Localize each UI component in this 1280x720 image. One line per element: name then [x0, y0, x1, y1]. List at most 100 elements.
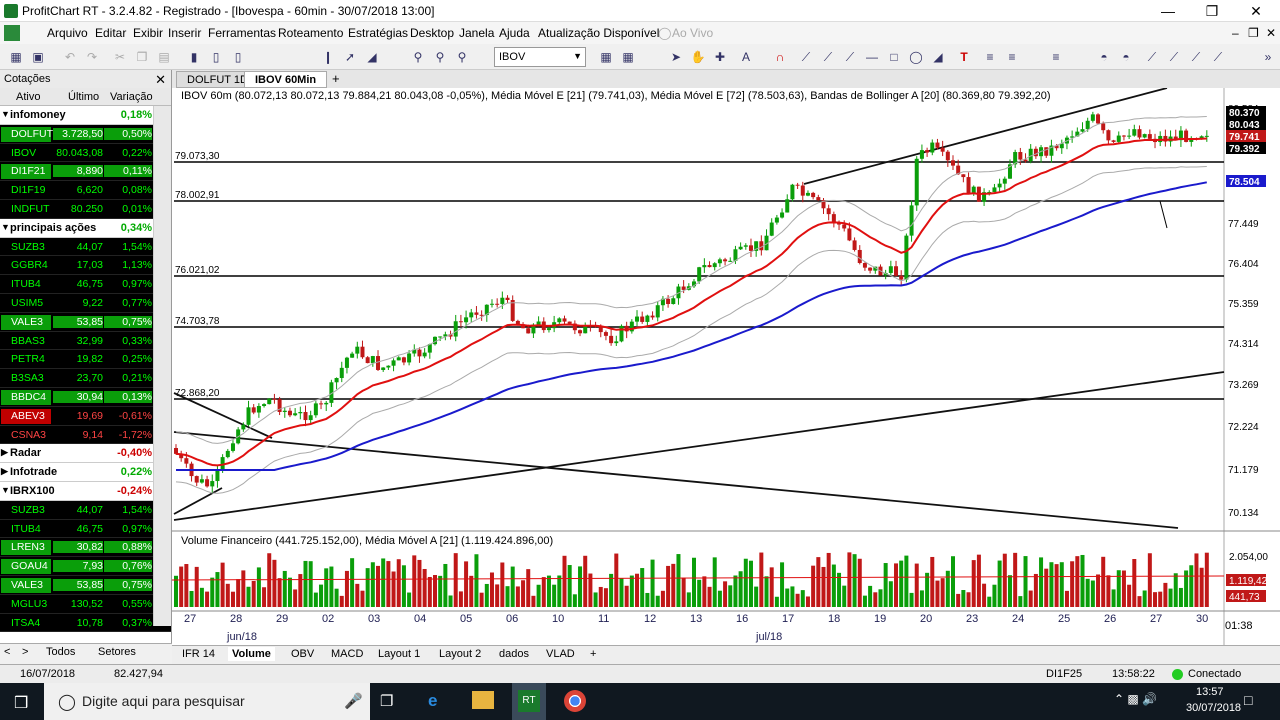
ohlc-icon[interactable]: ▯	[230, 49, 246, 65]
draw-tool-icon[interactable]: ⟋	[1210, 49, 1226, 65]
tab-volume[interactable]: Volume	[228, 647, 275, 661]
hand-icon[interactable]: ✋	[690, 49, 706, 65]
undo-icon[interactable]: ↶	[62, 49, 78, 65]
tab-ifr[interactable]: IFR 14	[178, 647, 219, 661]
microphone-icon[interactable]: 🎤	[344, 692, 363, 710]
tab-obv[interactable]: OBV	[287, 647, 318, 661]
quote-row[interactable]: ITSA4 10,78 0,37%	[0, 613, 171, 633]
notification-icon[interactable]: □	[1244, 692, 1252, 708]
quote-row[interactable]: CSNA3 9,14 -1,72%	[0, 425, 171, 445]
cursor-icon[interactable]: ➤	[668, 49, 684, 65]
zoom-in-icon[interactable]: ⚲	[432, 49, 448, 65]
close-button[interactable]: ✕	[1236, 2, 1276, 20]
menu-ferramentas[interactable]: Ferramentas	[208, 26, 276, 40]
add-tab-icon[interactable]: +	[332, 71, 340, 86]
area-chart-icon[interactable]: ◢	[364, 49, 380, 65]
quote-row[interactable]: ITUB4 46,75 0,97%	[0, 275, 171, 294]
text-tool-icon[interactable]: A	[738, 49, 754, 65]
app-menu-icon[interactable]	[4, 25, 20, 41]
mdi-close[interactable]: ✕	[1266, 26, 1276, 40]
menu-atualizacao[interactable]: Atualização Disponível	[538, 26, 659, 40]
tab-macd[interactable]: MACD	[327, 647, 367, 661]
hline-icon[interactable]: —	[864, 49, 880, 65]
tray-icons[interactable]: ⌃ ▩ 🔊	[1114, 692, 1157, 706]
zoom-out-icon[interactable]: ⚲	[454, 49, 470, 65]
quote-row[interactable]: ITUB4 46,75 0,97%	[0, 519, 171, 539]
search-box[interactable]: Digite aqui para pesquisar	[44, 683, 370, 720]
quote-row[interactable]: GOAU4 7,93 0,76%	[0, 557, 171, 576]
quote-group[interactable]: ▼ principais ações 0,34%	[0, 218, 171, 238]
quote-row[interactable]: PETR4 19,82 0,25%	[0, 350, 171, 370]
quotes-scrollbar[interactable]	[153, 106, 171, 626]
magnet-icon[interactable]: ∩	[772, 49, 788, 65]
line-chart-icon[interactable]: ➚	[342, 49, 358, 65]
mdi-restore[interactable]: ❐	[1248, 26, 1259, 40]
quote-row[interactable]: ABEV3 19,69 -0,61%	[0, 406, 171, 426]
crosshair-icon[interactable]: ✚	[712, 49, 728, 65]
col-ativo[interactable]: Ativo	[16, 91, 40, 103]
triangle-icon[interactable]: ◢	[930, 49, 946, 65]
quote-row[interactable]: DI1F21 8,890 0,11%	[0, 162, 171, 182]
zoom-fit-icon[interactable]: ⚲	[410, 49, 426, 65]
tab-layout2[interactable]: Layout 2	[435, 647, 485, 661]
menu-roteamento[interactable]: Roteamento	[278, 26, 343, 40]
more-icon[interactable]: »	[1260, 49, 1276, 65]
fibo-icon[interactable]: ≡	[982, 49, 998, 65]
menu-desktop[interactable]: Desktop	[410, 26, 454, 40]
quote-row[interactable]: INDFUT 80.250 0,01%	[0, 199, 171, 219]
chrome-icon[interactable]	[564, 690, 586, 712]
candle-icon[interactable]: ▮	[186, 49, 202, 65]
task-view-icon[interactable]: ❐	[380, 692, 393, 710]
fibo-time-icon[interactable]: ≡	[1048, 49, 1064, 65]
menu-ajuda[interactable]: Ajuda	[499, 26, 530, 40]
edge-icon[interactable]: e	[428, 691, 437, 711]
draw-tool-icon[interactable]: ⟋	[1144, 49, 1160, 65]
quote-row[interactable]: MGLU3 130,52 0,55%	[0, 594, 171, 614]
windows-icon[interactable]: ❒	[14, 693, 28, 713]
maximize-button[interactable]: ❐	[1192, 2, 1232, 20]
fibo-fan-icon[interactable]: ≡	[1004, 49, 1020, 65]
quote-row[interactable]: USIM5 9,22 0,77%	[0, 293, 171, 313]
tab-ibov[interactable]: IBOV 60Min	[244, 71, 328, 88]
symbol-select[interactable]: IBOV ▼	[494, 47, 586, 67]
mdi-minimize[interactable]: –	[1232, 26, 1239, 40]
quote-group[interactable]: ▼ infomoney 0,18%	[0, 106, 171, 125]
channel-icon[interactable]: ⟋	[842, 49, 858, 65]
add-tab-icon[interactable]: +	[586, 647, 600, 661]
price-pane[interactable]	[172, 88, 1224, 531]
ray-icon[interactable]: ⟋	[820, 49, 836, 65]
menu-ao-vivo[interactable]: Ao Vivo	[672, 26, 713, 40]
quote-icon[interactable]: ▦	[598, 49, 614, 65]
triangle-icon[interactable]: ▶	[1, 447, 8, 458]
pf-icon[interactable]: ▦	[620, 49, 636, 65]
close-icon[interactable]: ✕	[155, 72, 166, 88]
quote-row[interactable]: VALE3 53,85 0,75%	[0, 312, 171, 332]
chart-icon[interactable]: ▦	[8, 49, 24, 65]
quote-row[interactable]: B3SA3 23,70 0,21%	[0, 369, 171, 388]
triangle-icon[interactable]: ▼	[1, 222, 10, 232]
triangle-icon[interactable]: ▶	[1, 466, 8, 477]
andrews-icon[interactable]: ◓	[1096, 49, 1112, 65]
rectangle-icon[interactable]: □	[886, 49, 902, 65]
quote-group[interactable]: ▶ Infotrade 0,22%	[0, 463, 171, 482]
redo-icon[interactable]: ↷	[84, 49, 100, 65]
menu-exibir[interactable]: Exibir	[133, 26, 163, 40]
gann-icon[interactable]: ◓	[1118, 49, 1134, 65]
menu-inserir[interactable]: Inserir	[168, 26, 201, 40]
col-ultimo[interactable]: Último	[68, 91, 99, 103]
menu-estrategias[interactable]: Estratégias	[348, 26, 408, 40]
chart-svg[interactable]: 79.073,3078.002,9176.021,0274.703,7872.8…	[171, 87, 1280, 645]
prev-icon[interactable]: <	[4, 646, 10, 658]
next-icon[interactable]: >	[22, 646, 28, 658]
quote-row[interactable]: GGBR4 17,03 1,13%	[0, 256, 171, 276]
quote-row[interactable]: LREN3 30,82 0,88%	[0, 538, 171, 558]
quote-row[interactable]: SUZB3 44,07 1,54%	[0, 500, 171, 520]
quote-row[interactable]: DI1F19 6,620 0,08%	[0, 181, 171, 200]
file-explorer-icon[interactable]	[472, 691, 494, 709]
tab-todos[interactable]: Todos	[46, 646, 75, 658]
quote-row[interactable]: SUZB3 44,07 1,54%	[0, 237, 171, 257]
paste-icon[interactable]: ▤	[156, 49, 172, 65]
menu-arquivo[interactable]: Arquivo	[47, 26, 88, 40]
save-icon[interactable]: ▣	[30, 49, 46, 65]
bar-icon[interactable]: ▯	[208, 49, 224, 65]
